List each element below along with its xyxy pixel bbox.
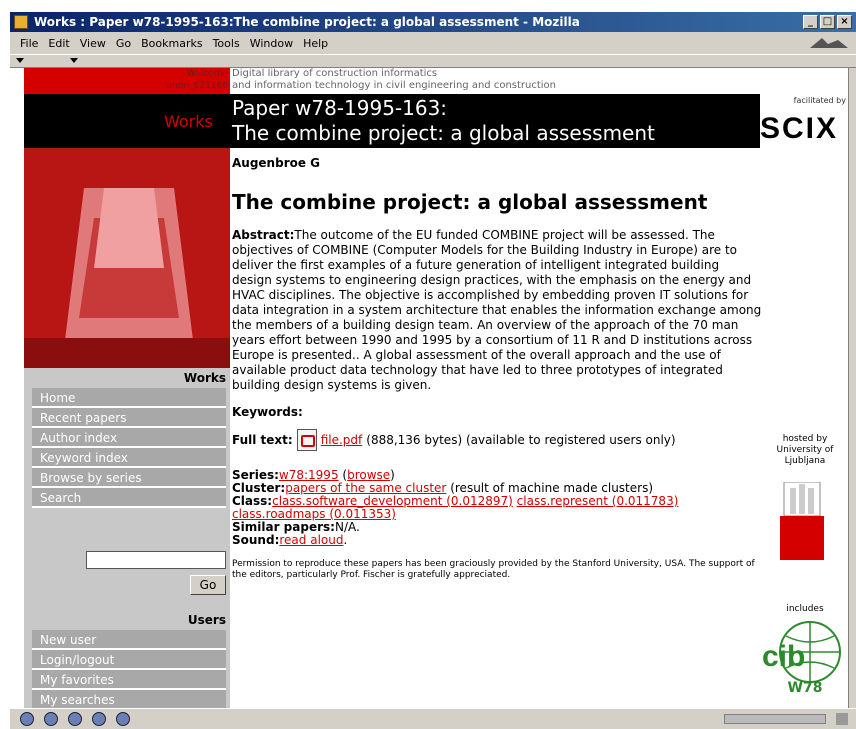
read-aloud-link[interactable]: read aloud (279, 533, 343, 547)
scix-logo-text: SCIX (760, 112, 838, 144)
cib-logo-text: cib (762, 640, 805, 673)
sidebar-item-recent-papers[interactable]: Recent papers (32, 408, 226, 428)
pdf-icon[interactable] (296, 429, 317, 451)
similar-papers-label: Similar papers: (232, 520, 335, 534)
menu-window[interactable]: Window (250, 37, 293, 50)
works-heading: Works (183, 371, 226, 385)
header-logo-area: Works (24, 94, 230, 148)
site-desc-line1: Digital library of construction informat… (232, 68, 438, 79)
nav-toolbar-collapsed[interactable] (10, 54, 856, 68)
works-logo[interactable]: Works (164, 112, 213, 131)
cluster-label: Cluster: (232, 481, 286, 495)
includes-label: includes (786, 604, 824, 614)
chat-icon[interactable] (116, 712, 130, 726)
permission-notice: Permission to reproduce these papers has… (232, 559, 755, 580)
babel-tower-image (24, 148, 230, 368)
w78-label: W78 (787, 680, 823, 696)
fulltext-label: Full text: (232, 433, 293, 447)
go-button[interactable]: Go (190, 575, 226, 595)
sidebar-item-search[interactable]: Search (32, 488, 226, 508)
mozilla-throbber-icon (810, 38, 848, 48)
collapse-arrow-icon[interactable] (70, 58, 78, 63)
file-pdf-link[interactable]: file.pdf (321, 433, 363, 447)
tower-illustration (24, 148, 230, 368)
menu-help[interactable]: Help (303, 37, 328, 50)
sidebar-item-new-user[interactable]: New user (32, 630, 226, 650)
status-bar (10, 708, 856, 729)
menu-view[interactable]: View (80, 37, 106, 50)
sidebar: Works Home Recent papers Author index Ke… (24, 368, 230, 708)
cluster-link[interactable]: papers of the same cluster (285, 481, 446, 495)
composer-icon[interactable] (68, 712, 82, 726)
sound-label: Sound: (232, 533, 280, 547)
keywords-label: Keywords: (232, 405, 303, 419)
facilitated-by-label: facilitated by (793, 96, 846, 105)
sidebar-item-browse-by-series[interactable]: Browse by series (32, 468, 226, 488)
university-of-ljubljana-logo[interactable] (780, 482, 824, 560)
series-link[interactable]: w78:1995 (279, 468, 339, 482)
sidebar-item-home[interactable]: Home (32, 388, 226, 408)
welcome-bar: Welcome anon_621166 (24, 68, 230, 94)
paper-details: Augenbroe G The combine project: a globa… (232, 156, 762, 581)
paper-metadata: Series:w78:1995 (browse) Cluster:papers … (232, 468, 679, 547)
header-title-line2: The combine project: a global assessment (232, 121, 655, 145)
progress-bar (724, 714, 826, 724)
series-label: Series: (232, 468, 279, 482)
scix-logo[interactable]: facilitated by SCIX (760, 96, 848, 145)
users-heading: Users (187, 613, 226, 627)
menu-edit[interactable]: Edit (48, 37, 69, 50)
sidebar-item-my-favorites[interactable]: My favorites (32, 670, 226, 690)
class-link-roadmaps[interactable]: class.roadmaps (0.011353) (232, 507, 396, 521)
site-desc-line2: and information technology in civil engi… (232, 80, 557, 91)
sidebar-item-keyword-index[interactable]: Keyword index (32, 448, 226, 468)
menu-file[interactable]: File (20, 37, 38, 50)
mail-icon[interactable] (44, 712, 58, 726)
class-link-software-development[interactable]: class.software_development (0.012897) (272, 494, 513, 508)
search-input[interactable] (86, 551, 226, 569)
hosted-by-line1: hosted by (782, 434, 828, 444)
security-lock-icon[interactable] (836, 713, 848, 725)
menu-go[interactable]: Go (116, 37, 131, 50)
cluster-note: (result of machine made clusters) (450, 481, 654, 495)
sidebar-item-author-index[interactable]: Author index (32, 428, 226, 448)
welcome-label: Welcome (186, 69, 228, 79)
maximize-button[interactable]: □ (820, 15, 835, 29)
abstract-text: The outcome of the EU funded COMBINE pro… (232, 228, 762, 392)
collapse-arrow-icon[interactable] (16, 58, 24, 63)
menu-tools[interactable]: Tools (213, 37, 240, 50)
username: anon_621166 (166, 81, 228, 91)
sidebar-item-login-logout[interactable]: Login/logout (32, 650, 226, 670)
file-info: (888,136 bytes) (available to registered… (366, 433, 676, 447)
paper-author[interactable]: Augenbroe G (232, 156, 762, 170)
minimize-button[interactable]: _ (803, 15, 818, 29)
navigator-icon[interactable] (20, 712, 34, 726)
header-title-line1: Paper w78-1995-163: (232, 96, 448, 120)
browse-link[interactable]: browse (347, 468, 390, 482)
page-content: Welcome anon_621166 Digital library of c… (10, 68, 848, 708)
sidebar-item-my-searches[interactable]: My searches (32, 690, 226, 708)
abstract-label: Abstract: (232, 228, 295, 242)
hosted-by-line2: University of (776, 445, 834, 455)
close-button[interactable]: × (837, 15, 852, 29)
full-text-row: Full text: file.pdf (888,136 bytes) (ava… (232, 429, 762, 451)
class-label: Class: (232, 494, 273, 508)
site-description: Digital library of construction informat… (232, 68, 556, 92)
similar-papers-value: N/A. (334, 520, 360, 534)
page-header: Works Paper w78-1995-163: The combine pr… (24, 94, 760, 148)
address-book-icon[interactable] (92, 712, 106, 726)
menu-bar: File Edit View Go Bookmarks Tools Window… (10, 32, 856, 54)
hosted-by-line3: Ljubljana (784, 456, 826, 466)
window-title: Works : Paper w78-1995-163:The combine p… (34, 15, 580, 29)
header-title: Paper w78-1995-163: The combine project:… (232, 96, 655, 146)
paper-title: The combine project: a global assessment (232, 190, 708, 214)
paper-abstract: Abstract:The outcome of the EU funded CO… (232, 228, 762, 393)
menu-bookmarks[interactable]: Bookmarks (141, 37, 202, 50)
hosted-by: hosted by University of Ljubljana (765, 434, 845, 467)
mozilla-app-icon (14, 15, 28, 29)
window-title-bar[interactable]: Works : Paper w78-1995-163:The combine p… (10, 12, 856, 32)
vertical-scrollbar[interactable] (848, 68, 856, 708)
class-link-represent[interactable]: class.represent (0.011783) (517, 494, 679, 508)
